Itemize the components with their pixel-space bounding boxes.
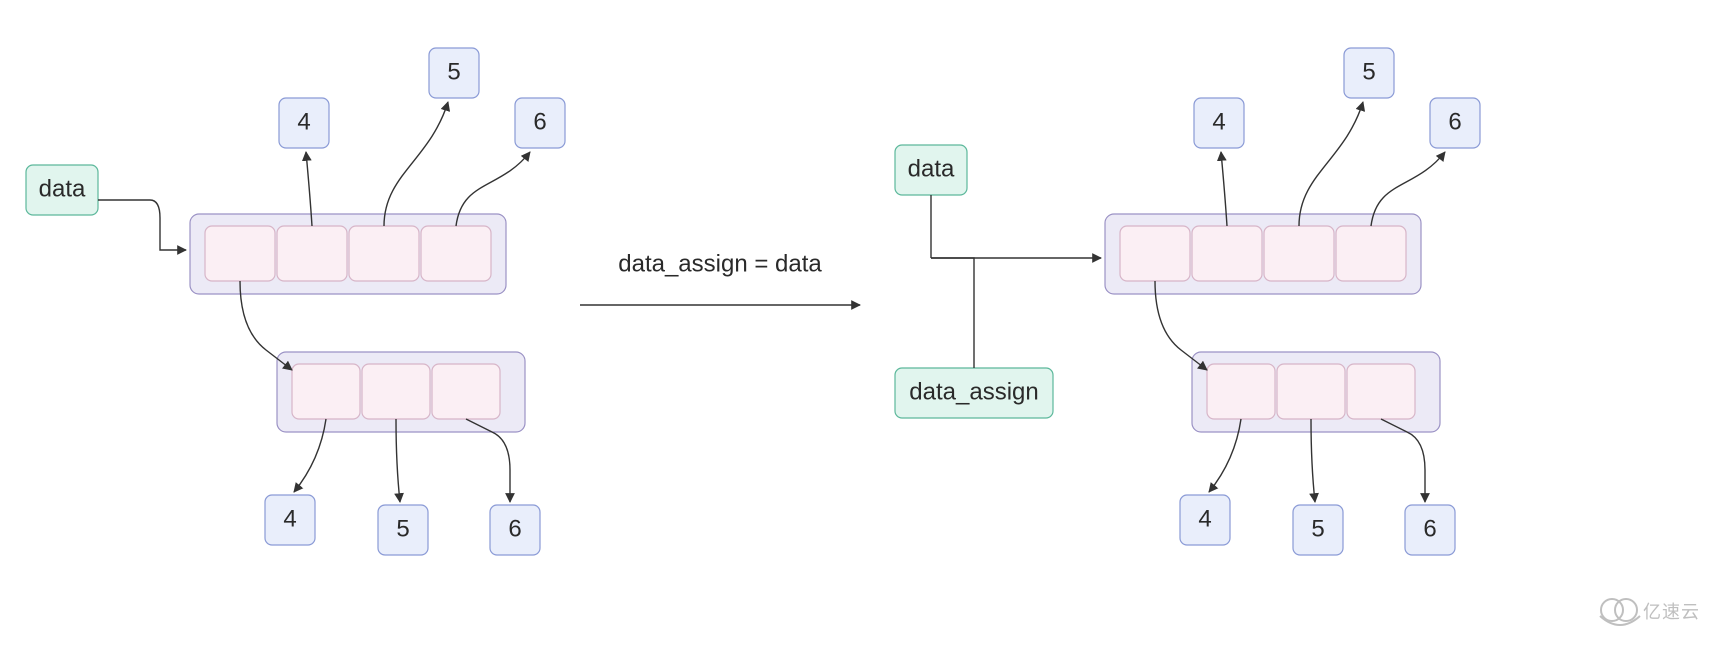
list-cell [277, 226, 347, 281]
value-label: 4 [1198, 505, 1211, 532]
list-cell [205, 226, 275, 281]
value-label: 5 [447, 58, 460, 85]
value-label: 6 [533, 108, 546, 135]
sublist-cell [362, 364, 430, 419]
watermark-text: 亿速云 [1643, 602, 1700, 622]
data-label-left: data [39, 175, 86, 202]
value-label: 5 [1362, 58, 1375, 85]
list-cell [421, 226, 491, 281]
value-label: 4 [297, 108, 310, 135]
value-label: 6 [1423, 515, 1436, 542]
value-label: 5 [1311, 515, 1324, 542]
arrow-path [931, 258, 974, 368]
left-panel: data 4 5 6 4 5 6 [26, 48, 565, 555]
list-cell [1264, 226, 1334, 281]
arrow [384, 102, 448, 226]
sublist-cell [432, 364, 500, 419]
list-cell [349, 226, 419, 281]
value-label: 6 [1448, 108, 1461, 135]
data-label-right: data [908, 155, 955, 182]
value-label: 4 [283, 505, 296, 532]
list-cell [1192, 226, 1262, 281]
value-label: 5 [396, 515, 409, 542]
list-cell [1120, 226, 1190, 281]
watermark: 亿速云 [1600, 599, 1700, 625]
data-assign-label: data_assign [909, 378, 1038, 405]
value-label: 4 [1212, 108, 1225, 135]
right-panel: data data_assign 4 5 6 4 5 6 [895, 48, 1480, 555]
arrow [98, 200, 186, 250]
sublist-cell [1207, 364, 1275, 419]
value-label: 6 [508, 515, 521, 542]
arrow [1299, 102, 1363, 226]
transition-caption: data_assign = data [618, 250, 822, 277]
sublist-cell [1347, 364, 1415, 419]
sublist-cell [1277, 364, 1345, 419]
list-cell [1336, 226, 1406, 281]
diagram-canvas: data 4 5 6 4 5 6 [0, 0, 1710, 646]
sublist-cell [292, 364, 360, 419]
